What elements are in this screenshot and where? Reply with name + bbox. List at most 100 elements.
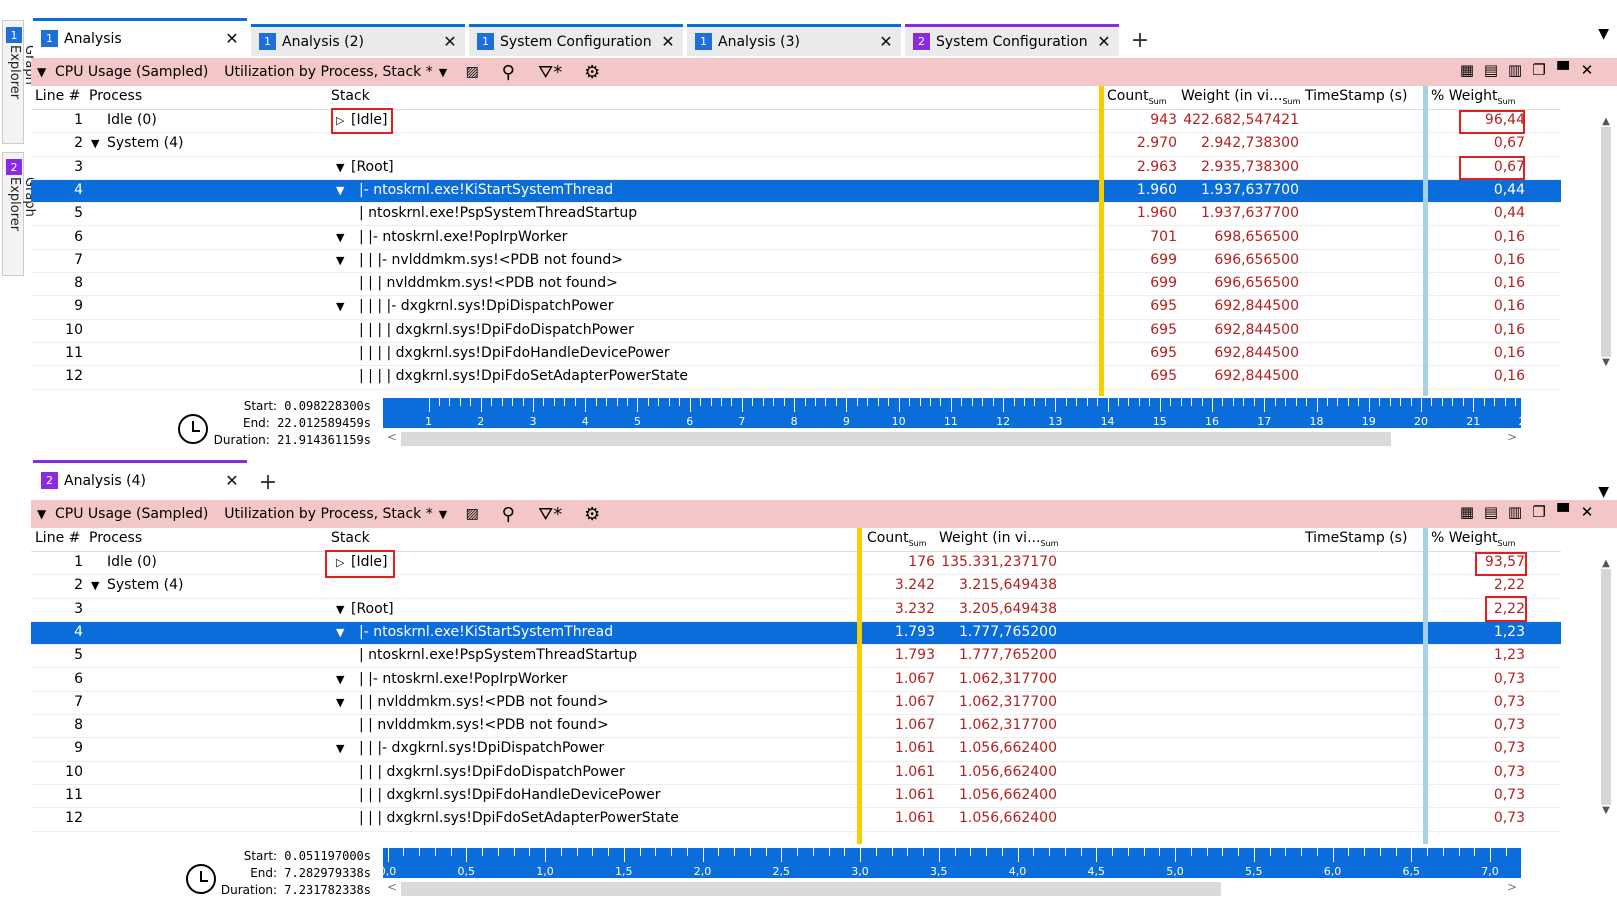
close-icon[interactable]: ✕ — [1095, 32, 1113, 51]
table-row[interactable]: 3 ▼ [Root] 3.232 3.205,649438 2,22 — [31, 599, 1561, 622]
tab-analysis-3[interactable]: 1 Analysis (3) ✕ — [687, 24, 901, 56]
scroll-up-icon[interactable]: ▲ — [1599, 558, 1613, 569]
side-tab-graph-explorer-2[interactable]: 2 Graph Explorer — [2, 152, 37, 276]
preset-selector[interactable]: Utilization by Process, Stack * — [224, 64, 432, 80]
tab-overflow-icon[interactable]: ▼ — [1598, 484, 1609, 500]
pivot-divider[interactable] — [857, 528, 862, 844]
scroll-thumb[interactable] — [1601, 127, 1611, 357]
col-line[interactable]: Line # — [35, 88, 80, 104]
table-row[interactable]: 9 ▼ | | | |- dxgkrnl.sys!DpiDispatchPower 6… — [31, 296, 1561, 320]
collapse-icon[interactable]: ▼ — [336, 626, 344, 639]
table-row[interactable]: 4 ▼ |- ntoskrnl.exe!KiStartSystemThread 1.7… — [31, 621, 1561, 646]
close-icon[interactable]: ✕ — [1575, 61, 1599, 79]
restore-icon[interactable]: ❐ — [1527, 503, 1551, 521]
col-timestamp[interactable]: TimeStamp (s) — [1305, 88, 1407, 104]
col-process[interactable]: Process — [89, 88, 142, 104]
search-icon[interactable]: ⚲ — [497, 504, 519, 525]
table-row[interactable]: 4 ▼ |- ntoskrnl.exe!KiStartSystemThread 1.9… — [31, 179, 1561, 204]
add-tab-button[interactable]: + — [251, 466, 285, 498]
table-row[interactable]: 7 ▼ | | |- nvlddmkm.sys!<PDB not found> 699… — [31, 250, 1561, 274]
graph-divider[interactable] — [1423, 86, 1428, 396]
table-graph-icon[interactable]: ▦ — [1455, 61, 1479, 79]
tab-overflow-icon[interactable]: ▼ — [1598, 26, 1609, 42]
scroll-down-icon[interactable]: ▼ — [1599, 357, 1613, 368]
graph-divider[interactable] — [1423, 528, 1428, 844]
chart-view-icon[interactable]: ▨ — [461, 506, 483, 522]
col-pct-weight[interactable]: % WeightSum — [1431, 530, 1515, 548]
table-row[interactable]: 8 | | | nvlddmkm.sys!<PDB not found> 699 69… — [31, 273, 1561, 297]
table-row[interactable]: 3 ▼ [Root] 2.963 2.935,738300 0,67 — [31, 157, 1561, 180]
col-count[interactable]: CountSum — [867, 530, 927, 548]
timeline-ruler[interactable]: 1 2 3 4 5 6 7 8 9 10 11 12 13 14 15 16 17 18 19 20 21 22 — [383, 398, 1532, 428]
table-row[interactable]: 12 | | | dxgkrnl.sys!DpiFdoSetAdapterPowe… — [31, 808, 1561, 832]
close-icon[interactable]: ✕ — [223, 471, 241, 490]
close-icon[interactable]: ✕ — [441, 32, 459, 51]
collapse-icon[interactable]: ▼ — [336, 673, 344, 686]
vertical-scrollbar[interactable]: ▲ ▼ — [1599, 116, 1613, 396]
table-graph-icon[interactable]: ▦ — [1455, 503, 1479, 521]
scroll-down-icon[interactable]: ▼ — [1599, 805, 1613, 816]
table-row[interactable]: 7 ▼ | | nvlddmkm.sys!<PDB not found> 1.067 1… — [31, 692, 1561, 716]
maximize-icon[interactable]: ▀ — [1551, 503, 1575, 521]
tab-system-configuration[interactable]: 1 System Configuration ✕ — [469, 24, 683, 56]
collapse-icon[interactable]: ▼ — [91, 579, 99, 592]
graph-name[interactable]: CPU Usage (Sampled) — [55, 506, 208, 522]
col-stack[interactable]: Stack — [331, 530, 370, 546]
tab-analysis-4[interactable]: 2 Analysis (4) ✕ — [33, 460, 247, 498]
collapse-chevron-icon[interactable]: ▼ — [37, 507, 51, 521]
table-row[interactable]: 11 | | | | dxgkrnl.sys!DpiFdoHandleDevice… — [31, 343, 1561, 367]
table-row[interactable]: 10 | | | dxgkrnl.sys!DpiFdoDispatchPower 1… — [31, 762, 1561, 785]
tab-analysis[interactable]: 1 Analysis ✕ — [33, 18, 247, 56]
col-timestamp[interactable]: TimeStamp (s) — [1305, 530, 1407, 546]
table-row[interactable]: 2 ▼ System (4) 2.970 2.942,738300 0,67 — [31, 133, 1561, 157]
filter-icon[interactable]: ⛛* — [533, 62, 567, 83]
table-row[interactable]: 5 | ntoskrnl.exe!PspSystemThreadStartup 1.… — [31, 203, 1561, 227]
preset-selector[interactable]: Utilization by Process, Stack * — [224, 506, 432, 522]
collapse-icon[interactable]: ▼ — [336, 603, 344, 616]
table-row[interactable]: 9 ▼ | | |- dxgkrnl.sys!DpiDispatchPower 1.0… — [31, 738, 1561, 762]
scroll-right-icon[interactable]: > — [1507, 430, 1517, 444]
table-row[interactable]: 8 | | nvlddmkm.sys!<PDB not found> 1.067 1.… — [31, 715, 1561, 739]
table-row[interactable]: 2 ▼ System (4) 3.242 3.215,649438 2,22 — [31, 575, 1561, 599]
scroll-thumb[interactable] — [401, 432, 1391, 446]
chevron-down-icon[interactable]: ▼ — [439, 66, 447, 79]
table-only-icon[interactable]: ▥ — [1503, 503, 1527, 521]
chart-view-icon[interactable]: ▨ — [461, 64, 483, 80]
graph-only-icon[interactable]: ▤ — [1479, 61, 1503, 79]
col-process[interactable]: Process — [89, 530, 142, 546]
tab-system-configuration-2[interactable]: 2 System Configuration ✕ — [905, 24, 1119, 56]
chevron-down-icon[interactable]: ▼ — [439, 508, 447, 521]
gear-icon[interactable]: ⚙ — [581, 62, 603, 83]
table-row[interactable]: 6 ▼ | |- ntoskrnl.exe!PopIrpWorker 1.067 1.0… — [31, 669, 1561, 692]
col-line[interactable]: Line # — [35, 530, 80, 546]
add-tab-button[interactable]: + — [1123, 24, 1157, 56]
graph-only-icon[interactable]: ▤ — [1479, 503, 1503, 521]
filter-icon[interactable]: ⛛* — [533, 504, 567, 525]
vertical-scrollbar[interactable]: ▲ ▼ — [1599, 558, 1613, 844]
table-row[interactable]: 6 ▼ | |- ntoskrnl.exe!PopIrpWorker 701 698,6… — [31, 227, 1561, 250]
table-row[interactable]: 5 | ntoskrnl.exe!PspSystemThreadStartup 1.… — [31, 645, 1561, 669]
gear-icon[interactable]: ⚙ — [581, 504, 603, 525]
scroll-thumb[interactable] — [1601, 569, 1611, 805]
graph-name[interactable]: CPU Usage (Sampled) — [55, 64, 208, 80]
scroll-thumb[interactable] — [401, 882, 1221, 896]
scroll-right-icon[interactable]: > — [1507, 880, 1517, 894]
table-row[interactable]: 1 Idle (0) ▷ [Idle] 176 135.331,237170 93,57 — [31, 552, 1561, 576]
collapse-icon[interactable]: ▼ — [336, 300, 344, 313]
side-tab-graph-explorer-1[interactable]: 1 Graph Explorer — [2, 20, 37, 144]
scroll-left-icon[interactable]: < — [387, 880, 397, 894]
maximize-icon[interactable]: ▀ — [1551, 61, 1575, 79]
clock-icon[interactable] — [178, 414, 208, 444]
close-icon[interactable]: ✕ — [659, 32, 677, 51]
timeline-ruler[interactable]: 0,0 0,5 1,0 1,5 2,0 2,5 3,0 3,5 4,0 4,5 5,0 5,5 6,0 6… — [379, 848, 1521, 878]
table-only-icon[interactable]: ▥ — [1503, 61, 1527, 79]
collapse-icon[interactable]: ▼ — [336, 231, 344, 244]
table-row[interactable]: 11 | | | dxgkrnl.sys!DpiFdoHandleDevicePo… — [31, 785, 1561, 809]
close-icon[interactable]: ✕ — [877, 32, 895, 51]
collapse-chevron-icon[interactable]: ▼ — [37, 65, 51, 79]
collapse-icon[interactable]: ▼ — [336, 184, 344, 197]
restore-icon[interactable]: ❐ — [1527, 61, 1551, 79]
scroll-left-icon[interactable]: < — [387, 430, 397, 444]
pivot-divider[interactable] — [1099, 86, 1104, 396]
col-weight[interactable]: Weight (in vi...Sum — [939, 530, 1058, 548]
